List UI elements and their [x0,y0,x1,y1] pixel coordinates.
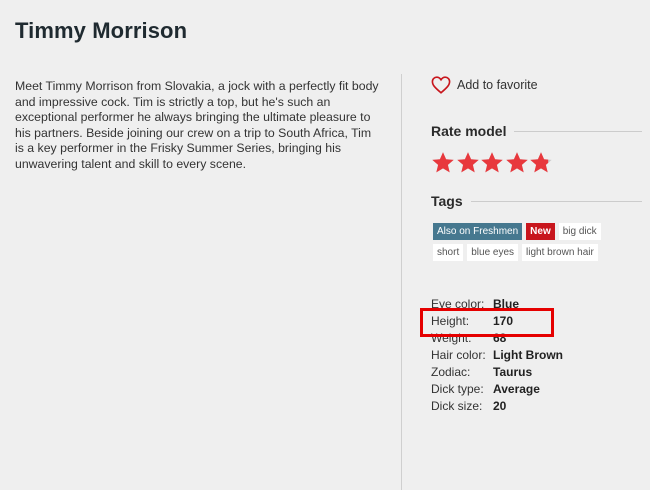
star-icon[interactable] [505,151,529,175]
detail-value: Taurus [493,365,533,379]
detail-value: 20 [493,399,507,413]
detail-row: Hair color: Light Brown [431,347,563,364]
detail-value: 170 [493,314,514,328]
rating-stars[interactable] [431,151,554,175]
detail-row: Dick size: 20 [431,398,563,415]
star-icon[interactable] [431,151,455,175]
model-profile-page: Timmy Morrison Meet Timmy Morrison from … [0,0,650,490]
detail-label: Height: [431,314,470,328]
page-title: Timmy Morrison [15,18,188,43]
detail-label: Dick size: [431,399,483,413]
detail-row: Height: 170 [431,313,563,330]
detail-row: Zodiac: Taurus [431,364,563,381]
detail-label: Weight: [431,331,472,345]
tag-chip[interactable]: short [433,244,464,261]
tags-header: Tags [431,193,642,209]
heart-outline-icon [431,76,451,94]
rate-model-heading: Rate model [431,123,507,139]
tag-chip[interactable]: New [526,223,555,240]
detail-row: Eye color: Blue [431,296,563,313]
tag-chip[interactable]: Also on Freshmen [433,223,523,240]
star-icon[interactable] [529,151,553,175]
tag-chip[interactable]: blue eyes [467,244,519,261]
rate-model-header: Rate model [431,123,642,139]
detail-value: Average [493,382,540,396]
add-to-favorite-button[interactable]: Add to favorite [431,76,538,94]
detail-label: Hair color: [431,348,486,362]
section-rule [470,200,642,202]
model-details: Eye color: Blue Height: 170 Weight: 68 Hair co… [431,296,563,415]
column-divider [401,74,402,490]
section-rule [514,130,642,132]
add-to-favorite-label: Add to favorite [457,78,538,92]
detail-row: Weight: 68 [431,330,563,347]
detail-value: Light Brown [493,348,563,362]
star-icon[interactable] [480,151,504,175]
detail-label: Eye color: [431,297,485,311]
detail-value: 68 [493,331,507,345]
detail-label: Dick type: [431,382,484,396]
tag-chip[interactable]: big dick [558,223,601,240]
detail-value: Blue [493,297,520,311]
tag-list: Also on Freshmen New big dick short blue eye… [433,223,633,261]
model-description: Meet Timmy Morrison from Slovakia, a joc… [15,79,379,171]
detail-row: Dick type: Average [431,381,563,398]
tags-heading: Tags [431,193,463,209]
tag-chip[interactable]: light brown hair [522,244,598,261]
star-icon[interactable] [456,151,480,175]
detail-label: Zodiac: [431,365,471,379]
